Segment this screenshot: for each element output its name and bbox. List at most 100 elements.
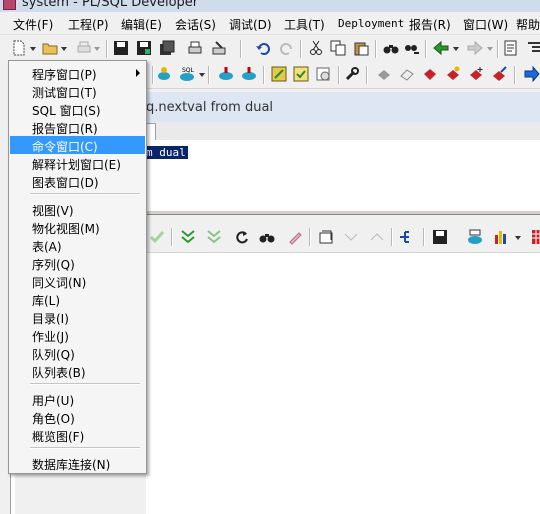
sql-editor[interactable] — [146, 140, 540, 210]
secondary-toolbar: SQL — [146, 62, 540, 89]
toolbar-separator — [366, 66, 368, 84]
results-area[interactable] — [146, 253, 540, 514]
menu-item-user[interactable]: 用户(U) — [10, 390, 145, 408]
menu-item-view[interactable]: 视图(V) — [10, 200, 145, 218]
forward-dropdown-icon — [487, 47, 493, 51]
print-setup-icon[interactable] — [211, 40, 227, 56]
sql-icon[interactable]: SQL — [179, 66, 195, 82]
indent-icon[interactable] — [526, 40, 540, 56]
menu-item-database-link[interactable]: 数据库连接(N) — [10, 454, 145, 472]
menu-session[interactable]: 会话(S) — [175, 16, 216, 33]
menu-separator — [30, 383, 140, 385]
explain-plan-icon[interactable] — [271, 66, 287, 82]
document-tab[interactable] — [146, 123, 156, 140]
save-as-icon[interactable] — [136, 40, 152, 56]
toolbar-separator — [423, 228, 425, 246]
open-dropdown-icon[interactable] — [61, 47, 67, 51]
object-grey-icon[interactable] — [376, 66, 392, 82]
save-all-icon[interactable] — [159, 40, 175, 56]
object-red-edit-icon[interactable] — [491, 66, 507, 82]
print-disabled-icon — [77, 41, 91, 53]
toolbar-separator — [497, 40, 499, 58]
clear-record-icon[interactable] — [287, 229, 303, 245]
menu-item-role[interactable]: 角色(O) — [10, 408, 145, 426]
tools-wrench-icon[interactable] — [344, 66, 360, 82]
menu-debug[interactable]: 调试(D) — [229, 16, 272, 33]
find-results-icon[interactable] — [259, 229, 275, 245]
back-dropdown-icon[interactable] — [453, 47, 459, 51]
open-folder-icon[interactable] — [42, 40, 58, 56]
menu-item-library[interactable]: 库(L) — [10, 290, 145, 308]
execute-sql-icon[interactable] — [156, 66, 172, 82]
cut-icon[interactable] — [308, 40, 324, 56]
menu-window[interactable]: 窗口(W) — [463, 16, 508, 33]
find-replace-icon[interactable] — [404, 40, 420, 56]
toolbar-separator — [208, 66, 210, 84]
svg-text:SQL: SQL — [182, 67, 195, 74]
menu-item-explain-plan-window[interactable]: 解释计划窗口(E) — [10, 154, 145, 172]
eraser-icon[interactable] — [399, 66, 415, 82]
export-icon[interactable] — [467, 229, 483, 245]
commit-icon[interactable] — [218, 66, 234, 82]
single-record-icon[interactable] — [318, 229, 334, 245]
editor-splitter[interactable] — [146, 210, 540, 215]
arrow-right-blue-icon[interactable] — [524, 66, 540, 82]
menu-bar: 文件(F) 工程(P) 编辑(E) 会话(S) 调试(D) 工具(T) Depl… — [0, 13, 540, 35]
chart-dropdown-icon[interactable] — [515, 236, 521, 240]
menu-item-queue[interactable]: 队列(Q) — [10, 344, 145, 362]
new-document-icon[interactable] — [11, 40, 27, 56]
window-title: system - PL/SQL Developer — [22, 0, 199, 10]
save-results-icon[interactable] — [432, 229, 448, 245]
menu-item-job[interactable]: 作业(J) — [10, 326, 145, 344]
object-red-plus-icon[interactable] — [468, 66, 484, 82]
menu-item-queue-table[interactable]: 队列表(B) — [10, 362, 145, 380]
last-page-icon[interactable] — [206, 229, 222, 245]
submenu-arrow-icon — [136, 69, 140, 77]
menu-item-report-window[interactable]: 报告窗口(R) — [10, 118, 145, 136]
refresh-icon[interactable] — [234, 229, 250, 245]
back-green-icon[interactable] — [433, 40, 449, 56]
menu-edit[interactable]: 编辑(E) — [121, 16, 162, 33]
document-title: q.nextval from dual — [146, 100, 274, 115]
selected-sql-text[interactable]: m dual — [146, 146, 188, 159]
save-icon[interactable] — [113, 40, 129, 56]
menu-reports[interactable]: 报告(R) — [409, 16, 451, 33]
schedule-icon[interactable] — [315, 66, 331, 82]
menu-item-sql-window[interactable]: SQL 窗口(S) — [10, 100, 145, 118]
menu-item-diagram-window[interactable]: 图表窗口(D) — [10, 172, 145, 190]
menu-item-table[interactable]: 表(A) — [10, 236, 145, 254]
menu-deployment[interactable]: Deployment — [338, 17, 404, 30]
next-page-icon[interactable] — [180, 229, 196, 245]
menu-item-profile[interactable]: 概览图(F) — [10, 426, 145, 444]
print-icon[interactable] — [187, 40, 203, 56]
menu-item-synonym[interactable]: 同义词(N) — [10, 272, 145, 290]
new-dropdown-icon[interactable] — [30, 47, 36, 51]
paste-icon[interactable] — [353, 40, 369, 56]
rollback-icon[interactable] — [241, 66, 257, 82]
object-red-star-icon[interactable] — [445, 66, 461, 82]
toolbar-separator — [425, 40, 427, 58]
document-list-icon[interactable] — [503, 40, 519, 56]
copy-icon[interactable] — [330, 40, 346, 56]
menu-item-directory[interactable]: 目录(I) — [10, 308, 145, 326]
menu-item-materialized-view[interactable]: 物化视图(M) — [10, 218, 145, 236]
sql-dropdown-icon[interactable] — [199, 73, 205, 77]
menu-item-program-window[interactable]: 程序窗口(P) — [10, 64, 145, 82]
menu-separator — [30, 447, 140, 449]
chart-icon[interactable] — [494, 229, 510, 245]
query-tree-icon[interactable] — [399, 229, 415, 245]
menu-item-test-window[interactable]: 测试窗口(T) — [10, 82, 145, 100]
grid-red-icon[interactable] — [531, 229, 540, 245]
menu-tools[interactable]: 工具(T) — [284, 16, 325, 33]
menu-help[interactable]: 帮助 — [516, 16, 540, 33]
compile-icon[interactable] — [293, 66, 309, 82]
menu-separator — [30, 193, 140, 195]
object-red-icon[interactable] — [422, 66, 438, 82]
undo-icon[interactable] — [255, 40, 271, 56]
menu-item-command-window[interactable]: 命令窗口(C) — [10, 136, 145, 154]
menu-file[interactable]: 文件(F) — [13, 16, 53, 33]
menu-project[interactable]: 工程(P) — [68, 16, 109, 33]
find-icon[interactable] — [383, 40, 399, 56]
title-bar: system - PL/SQL Developer — [0, 0, 540, 12]
menu-item-sequence[interactable]: 序列(Q) — [10, 254, 145, 272]
